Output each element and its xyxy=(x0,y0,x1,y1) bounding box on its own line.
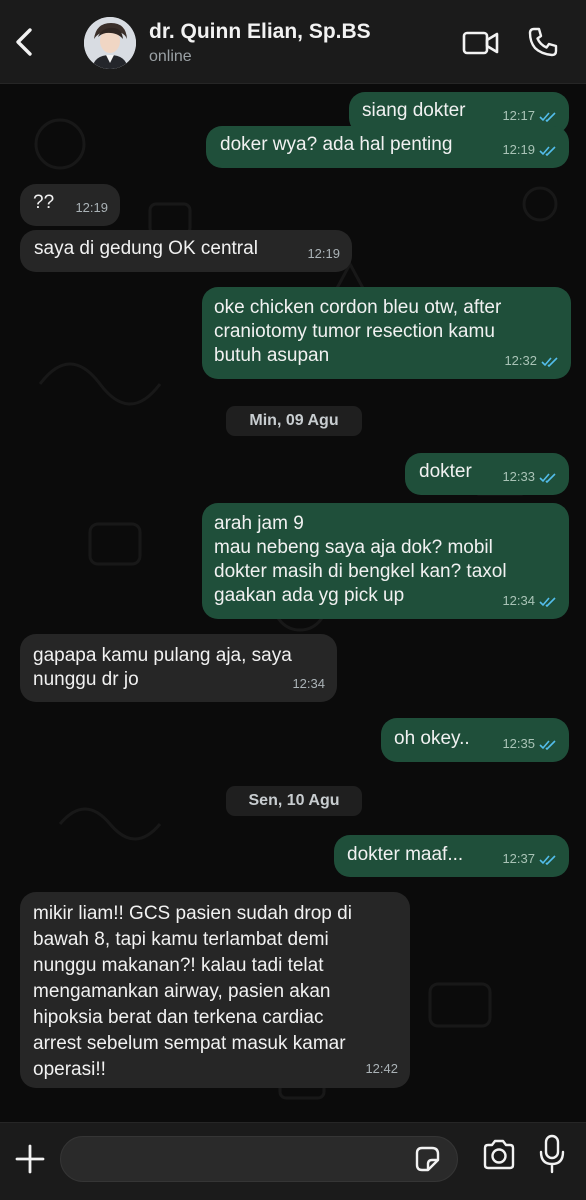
message-time: 12:35 xyxy=(502,736,535,751)
video-call-icon[interactable] xyxy=(462,28,500,58)
message-meta: 12:35 xyxy=(502,732,557,756)
phone-icon[interactable] xyxy=(527,26,559,58)
camera-icon[interactable] xyxy=(481,1138,517,1172)
message-meta: 12:32 xyxy=(504,349,559,373)
message-outgoing[interactable]: doker wya? ada hal penting 12:19 xyxy=(206,126,569,168)
message-meta: 12:37 xyxy=(502,847,557,871)
message-input[interactable] xyxy=(75,1137,405,1181)
message-time: 12:19 xyxy=(502,142,535,157)
message-text: gapapa kamu pulang aja, saya nunggu dr j… xyxy=(33,645,292,690)
message-outgoing[interactable]: arah jam 9 mau nebeng saya aja dok? mobi… xyxy=(202,503,569,619)
message-text: saya di gedung OK central xyxy=(34,238,258,259)
chevron-left-icon[interactable] xyxy=(10,24,40,60)
read-receipt-icon xyxy=(539,111,556,122)
read-receipt-icon xyxy=(539,739,556,750)
message-incoming[interactable]: saya di gedung OK central 12:19 xyxy=(20,230,352,272)
message-incoming[interactable]: gapapa kamu pulang aja, saya nunggu dr j… xyxy=(20,634,337,702)
message-outgoing[interactable]: oke chicken cordon bleu otw, after crani… xyxy=(202,287,571,379)
message-meta: 12:42 xyxy=(365,1056,398,1082)
message-list[interactable]: siang dokter 12:17 doker wya? ada hal pe… xyxy=(0,84,586,1122)
sticker-icon[interactable] xyxy=(412,1144,442,1174)
message-outgoing[interactable]: oh okey.. 12:35 xyxy=(381,718,569,762)
message-time: 12:19 xyxy=(75,200,108,215)
chat-header: dr. Quinn Elian, Sp.BS online xyxy=(0,0,586,84)
message-meta: 12:17 xyxy=(502,104,557,128)
read-receipt-icon xyxy=(541,356,558,367)
microphone-icon[interactable] xyxy=(538,1134,566,1174)
read-receipt-icon xyxy=(539,596,556,607)
contact-name[interactable]: dr. Quinn Elian, Sp.BS xyxy=(149,20,371,44)
message-meta: 12:33 xyxy=(502,465,557,489)
message-incoming[interactable]: ?? 12:19 xyxy=(20,184,120,226)
date-separator: Sen, 10 Agu xyxy=(226,786,362,816)
message-time: 12:34 xyxy=(292,676,325,691)
read-receipt-icon xyxy=(539,145,556,156)
message-time: 12:32 xyxy=(504,353,537,368)
message-meta: 12:34 xyxy=(292,672,325,696)
contact-status: online xyxy=(149,48,192,65)
message-time: 12:19 xyxy=(307,246,340,261)
message-time: 12:34 xyxy=(502,593,535,608)
message-time: 12:42 xyxy=(365,1061,398,1076)
message-meta: 12:34 xyxy=(502,589,557,613)
message-outgoing[interactable]: dokter 12:33 xyxy=(405,453,569,495)
avatar[interactable] xyxy=(84,17,136,69)
message-meta: 12:19 xyxy=(502,138,557,162)
read-receipt-icon xyxy=(539,854,556,865)
plus-icon[interactable] xyxy=(14,1143,46,1175)
message-outgoing[interactable]: dokter maaf... 12:37 xyxy=(334,835,569,877)
message-meta: 12:19 xyxy=(75,196,108,220)
message-incoming[interactable]: mikir liam!! GCS pasien sudah drop di ba… xyxy=(20,892,410,1088)
date-separator: Min, 09 Agu xyxy=(226,406,362,436)
message-time: 12:37 xyxy=(502,851,535,866)
message-time: 12:17 xyxy=(502,108,535,123)
message-text: mikir liam!! GCS pasien sudah drop di ba… xyxy=(33,903,352,1080)
message-input-field[interactable] xyxy=(60,1136,458,1182)
message-meta: 12:19 xyxy=(307,242,340,266)
read-receipt-icon xyxy=(539,472,556,483)
message-time: 12:33 xyxy=(502,469,535,484)
